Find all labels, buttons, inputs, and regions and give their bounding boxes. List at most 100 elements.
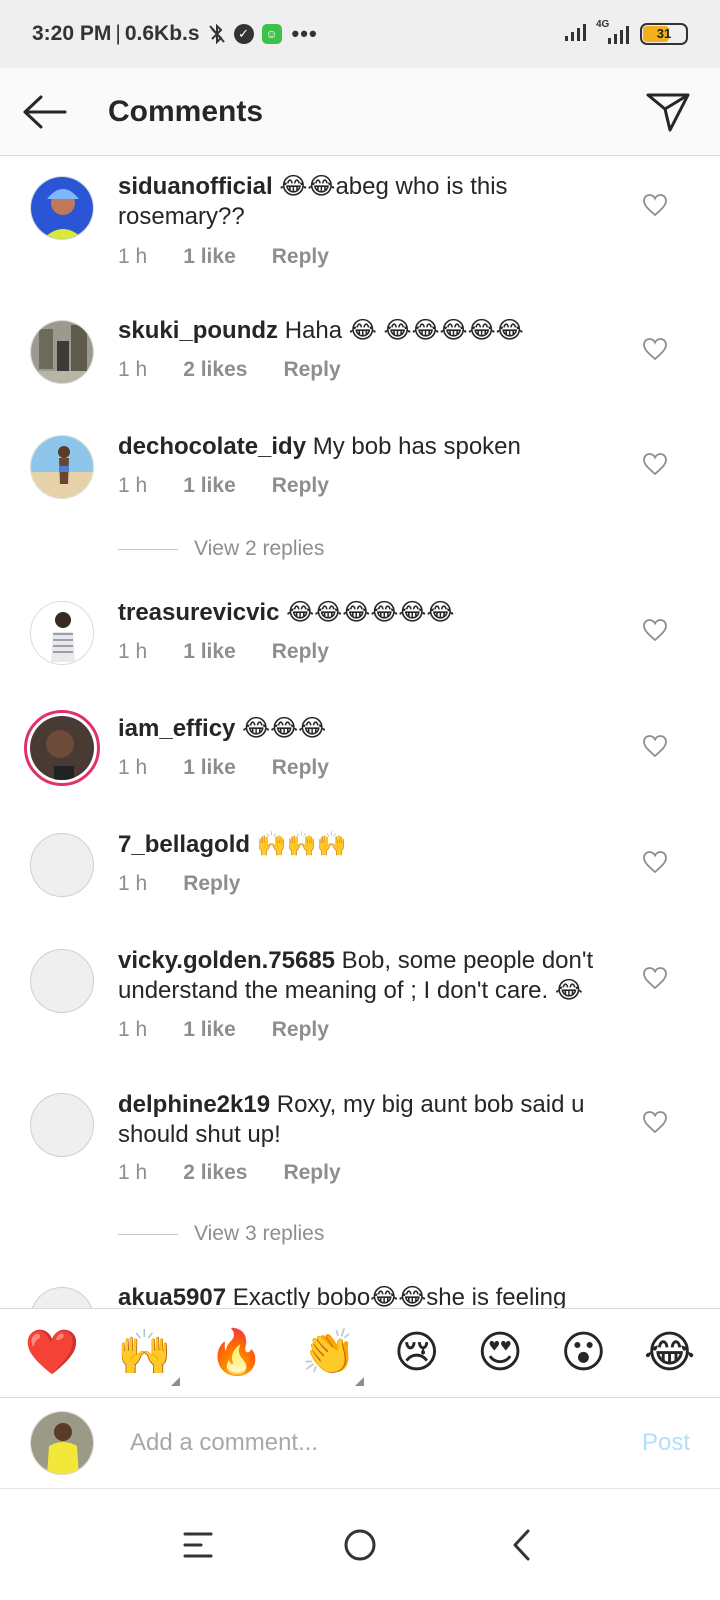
comment-likes[interactable]: 1 like: [183, 1018, 236, 1042]
reply-button[interactable]: Reply: [283, 1161, 340, 1185]
comment-body: 😂😂😂: [235, 715, 327, 742]
comment-username[interactable]: vicky.golden.75685: [118, 947, 335, 974]
comment-likes[interactable]: 1 like: [183, 640, 236, 664]
menu-icon: [183, 1532, 213, 1557]
comment-time: 1 h: [118, 640, 148, 663]
heart-emoji-button[interactable]: ❤️: [25, 1327, 80, 1378]
network-4g-icon: 4G: [596, 19, 632, 45]
raising-hands-emoji: 🙌: [117, 1326, 172, 1378]
comment-username[interactable]: dechocolate_idy: [118, 433, 306, 460]
crying-emoji-button[interactable]: 😢: [394, 1327, 440, 1378]
page-title: Comments: [108, 94, 264, 128]
comment-username[interactable]: siduanofficial: [118, 173, 273, 200]
heart-outline-icon: [643, 1111, 667, 1134]
replies-divider: [118, 548, 178, 550]
like-button[interactable]: [640, 731, 670, 761]
heart-eyes-emoji-button[interactable]: 😍: [477, 1327, 523, 1378]
comment-username[interactable]: skuki_poundz: [118, 317, 278, 344]
current-user-avatar: [30, 1410, 94, 1475]
like-button[interactable]: [640, 963, 670, 993]
home-button[interactable]: [334, 1519, 386, 1571]
avatar-placeholder[interactable]: [30, 1093, 94, 1157]
avatar[interactable]: [30, 176, 94, 240]
comment-username[interactable]: delphine2k19: [118, 1091, 270, 1118]
app-notification-icon: ☺: [261, 24, 282, 44]
comment-meta: 1 h 1 like Reply: [118, 474, 365, 498]
like-button[interactable]: [640, 847, 670, 877]
laughing-emoji-button[interactable]: 😂: [644, 1327, 695, 1378]
bluetooth-off-icon: [208, 24, 226, 44]
comment-text: siduanofficial 😂😂abeg who is this rosema…: [118, 172, 628, 232]
reply-button[interactable]: Reply: [272, 640, 329, 664]
status-speed: 0.6Kb.s: [124, 22, 200, 45]
avatar[interactable]: [30, 601, 94, 665]
comment-likes[interactable]: 1 like: [183, 756, 236, 780]
clapping-emoji-button[interactable]: 👏: [302, 1327, 365, 1386]
comment-meta: 1 h 1 like Reply: [118, 756, 365, 780]
comment-meta: 1 h 1 like Reply: [118, 640, 365, 664]
view-replies-button[interactable]: View 3 replies: [118, 1222, 324, 1246]
nav-back-button[interactable]: [496, 1519, 548, 1571]
comment-text: delphine2k19 Roxy, my big aunt bob said …: [118, 1090, 628, 1150]
comment-meta: 1 h 2 likes Reply: [118, 1161, 377, 1185]
comment-username[interactable]: treasurevicvic: [118, 599, 279, 626]
back-button[interactable]: [8, 76, 80, 148]
like-button[interactable]: [640, 1107, 670, 1137]
like-button[interactable]: [640, 615, 670, 645]
comment-username[interactable]: 7_bellagold: [118, 831, 250, 858]
reply-button[interactable]: Reply: [283, 358, 340, 382]
raising-hands-emoji-button[interactable]: 🙌: [117, 1326, 180, 1386]
post-button[interactable]: Post: [642, 1429, 690, 1457]
view-replies-button[interactable]: View 2 replies: [118, 537, 324, 561]
header: Comments: [0, 68, 720, 156]
comment-likes[interactable]: 1 like: [183, 474, 236, 498]
comment-username[interactable]: akua5907: [118, 1284, 226, 1311]
signal-icon: [564, 22, 588, 47]
comment-body: Exactly bobo😂😂she is feeling: [226, 1284, 567, 1311]
comment-list[interactable]: siduanofficial 😂😂abeg who is this rosema…: [0, 157, 720, 1332]
comment-meta: 1 h 1 like Reply: [118, 245, 365, 269]
avatar-placeholder[interactable]: [30, 949, 94, 1013]
like-button[interactable]: [640, 334, 670, 364]
reply-button[interactable]: Reply: [272, 474, 329, 498]
comment-body: Haha 😂 😂😂😂😂😂: [278, 317, 524, 344]
comment-body: 😂😂😂😂😂😂: [279, 599, 455, 626]
comment-likes[interactable]: 1 like: [183, 245, 236, 269]
paper-plane-icon: [646, 93, 690, 131]
status-separator: |: [115, 22, 121, 45]
avatar-with-story[interactable]: [24, 710, 100, 786]
circle-home-icon: [344, 1529, 376, 1560]
comment-time: 1 h: [118, 245, 148, 268]
reply-button[interactable]: Reply: [183, 872, 240, 896]
heart-outline-icon: [643, 619, 667, 642]
fire-emoji-button[interactable]: 🔥: [209, 1327, 264, 1378]
comment-likes[interactable]: 2 likes: [183, 358, 247, 382]
avatar[interactable]: [30, 435, 94, 499]
arrow-left-icon: [23, 95, 67, 128]
recent-apps-button[interactable]: [172, 1519, 224, 1571]
heart-outline-icon: [643, 967, 667, 990]
surprised-emoji-button[interactable]: 😮: [560, 1327, 606, 1378]
comment-text: 7_bellagold 🙌🙌🙌: [118, 830, 628, 860]
reply-button[interactable]: Reply: [272, 245, 329, 269]
network-label: 4G: [596, 19, 610, 30]
like-button[interactable]: [640, 449, 670, 479]
battery-icon: 31: [640, 23, 688, 45]
heart-outline-icon: [643, 194, 667, 217]
comment-username[interactable]: iam_efficy: [118, 715, 235, 742]
reply-button[interactable]: Reply: [272, 756, 329, 780]
avatar[interactable]: [30, 320, 94, 384]
share-button[interactable]: [638, 82, 698, 142]
heart-outline-icon: [643, 453, 667, 476]
comment-likes[interactable]: 2 likes: [183, 1161, 247, 1185]
comment-time: 1 h: [118, 1161, 148, 1184]
reply-button[interactable]: Reply: [272, 1018, 329, 1042]
avatar-placeholder[interactable]: [30, 833, 94, 897]
view-replies-label: View 2 replies: [194, 537, 325, 560]
comment-input[interactable]: [130, 1428, 642, 1457]
more-notifications-icon: •••: [291, 21, 318, 46]
comment-time: 1 h: [118, 872, 148, 895]
comment-composer: Post: [0, 1397, 720, 1487]
like-button[interactable]: [640, 190, 670, 220]
comment-time: 1 h: [118, 474, 148, 497]
